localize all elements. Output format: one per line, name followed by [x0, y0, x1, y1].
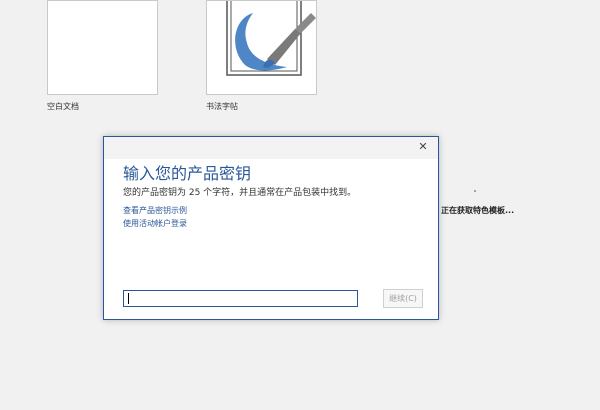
sign-in-active-account-link[interactable]: 使用活动帐户登录 — [123, 218, 187, 229]
template-card-blank[interactable] — [47, 0, 158, 95]
template-card-calligraphy[interactable] — [206, 0, 317, 95]
dialog-title: 输入您的产品密钥 — [123, 164, 252, 183]
product-key-input[interactable] — [123, 290, 358, 307]
calligraphy-brush-icon — [226, 1, 316, 76]
product-key-dialog: ✕ 输入您的产品密钥 您的产品密钥为 25 个字符，并且通常在产品包装中找到。 … — [103, 136, 439, 320]
continue-button[interactable]: 继续(C) — [383, 289, 423, 308]
dialog-description: 您的产品密钥为 25 个字符，并且通常在产品包装中找到。 — [123, 188, 357, 198]
template-label-calligraphy: 书法字帖 — [206, 102, 238, 111]
close-icon[interactable]: ✕ — [416, 140, 430, 154]
loading-status-text: 正在获取特色模板... — [441, 206, 515, 215]
dialog-titlebar: ✕ — [104, 137, 438, 159]
text-caret — [128, 293, 129, 304]
template-label-blank: 空白文档 — [47, 102, 79, 111]
view-key-example-link[interactable]: 查看产品密钥示例 — [123, 205, 187, 216]
loading-spinner-icon — [474, 190, 476, 192]
